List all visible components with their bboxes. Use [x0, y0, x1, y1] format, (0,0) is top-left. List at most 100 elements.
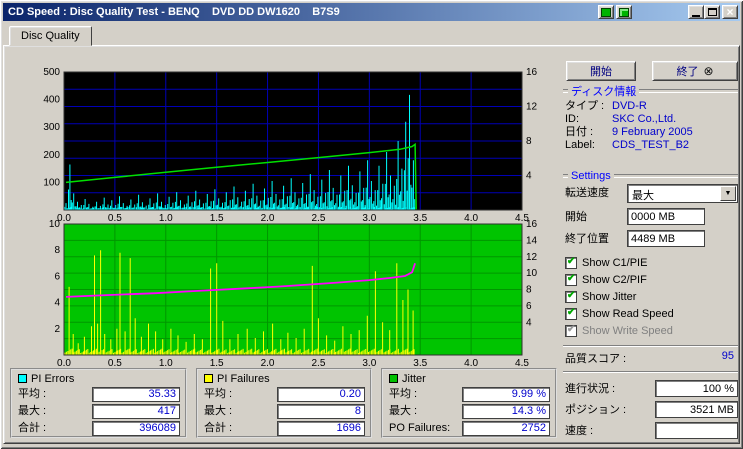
tray-green-button-1[interactable] [598, 5, 614, 19]
stat-row: 合計 : 396089 [18, 421, 180, 436]
stats-box-label: PI Errors [31, 372, 75, 385]
field-value: DVD-R [612, 100, 647, 112]
green-disk-icon [619, 7, 629, 17]
field-value: SKC Co.,Ltd. [612, 113, 677, 125]
check-icon: ✔ [567, 290, 576, 301]
checkbox-box[interactable]: ✔ [565, 307, 577, 320]
stat-value-field: 417 [92, 404, 180, 419]
checkbox-show-c1-pie[interactable]: ✔ Show C1/PIE [565, 256, 647, 270]
position-row: ポジション : 3521 MB [565, 401, 738, 420]
svg-text:8: 8 [54, 245, 60, 256]
progress-row: 進行状況 : 100 % [565, 380, 738, 399]
pi-failures-swatch-icon [204, 374, 213, 383]
stat-value-field: 396089 [92, 421, 180, 436]
svg-text:2.0: 2.0 [261, 213, 275, 224]
close-icon: × [726, 5, 734, 19]
close-button[interactable]: × [722, 5, 738, 19]
selected-option: 最大 [632, 190, 654, 202]
checkbox-box[interactable]: ✔ [565, 273, 577, 286]
checkbox-show-read-speed[interactable]: ✔ Show Read Speed [565, 307, 674, 321]
stat-label: 合計 : [204, 422, 233, 434]
check-icon: ✔ [567, 307, 576, 318]
settings-title: Settings [571, 170, 611, 182]
speed-value-field [655, 422, 738, 439]
chevron-down-icon: ▼ [724, 190, 732, 197]
checkbox-box[interactable]: ✔ [565, 290, 577, 303]
disc-id-row: ID: SKC Co.,Ltd. [565, 113, 738, 126]
checkbox-show-c2-pif[interactable]: ✔ Show C2/PIF [565, 273, 647, 287]
maximize-button[interactable] [704, 5, 720, 19]
svg-text:6: 6 [526, 301, 532, 312]
disc-date-row: 日付 : 9 February 2005 [565, 126, 738, 139]
field-label: 開始 [565, 211, 587, 223]
end-position-field[interactable]: 4489 MB [627, 230, 705, 247]
tray-green-button-2[interactable] [616, 5, 632, 19]
checkbox-label: Show Read Speed [582, 308, 674, 320]
tab-disc-quality[interactable]: Disc Quality [9, 26, 92, 46]
stat-value-field: 35.33 [92, 387, 180, 402]
field-label: Label: [565, 139, 595, 151]
tab-label: Disc Quality [21, 30, 80, 42]
svg-text:1.0: 1.0 [159, 213, 173, 224]
field-value: 9 February 2005 [612, 126, 693, 138]
window-title: CD Speed : Disc Quality Test - BENQ DVD … [8, 6, 340, 18]
minimize-icon [692, 14, 700, 17]
checkbox-show-jitter[interactable]: ✔ Show Jitter [565, 290, 636, 304]
stat-label: 最大 : [204, 405, 233, 417]
stat-row: 最大 : 8 [204, 404, 365, 419]
svg-text:0.5: 0.5 [108, 213, 122, 224]
field-label: 日付 : [565, 126, 594, 138]
field-label: 品質スコア : [565, 353, 627, 365]
separator-line [563, 345, 738, 347]
field-label: タイプ : [565, 100, 605, 112]
title-bar[interactable]: CD Speed : Disc Quality Test - BENQ DVD … [3, 3, 740, 21]
transfer-speed-select[interactable]: 最大 ▼ [627, 184, 738, 203]
svg-text:2.5: 2.5 [311, 213, 325, 224]
stat-row: 合計 : 1696 [204, 421, 365, 436]
stat-label: PO Failures: [389, 422, 451, 434]
exit-button[interactable]: 終了 ⊗ [652, 61, 738, 81]
disc-info-group: ディスク情報 タイプ : DVD-R ID: SKC Co.,Ltd. 日付 :… [563, 85, 738, 167]
field-label: ポジション : [565, 404, 627, 416]
svg-text:4.0: 4.0 [464, 213, 478, 224]
svg-text:6: 6 [54, 271, 60, 282]
stat-row: 平均 : 0.20 [204, 387, 365, 402]
stat-label: 平均 : [204, 388, 233, 400]
dropdown-button[interactable]: ▼ [720, 186, 736, 201]
settings-heading: Settings [563, 170, 738, 182]
checkbox-show-write-speed[interactable]: ✔ Show Write Speed [565, 324, 673, 338]
svg-text:14: 14 [526, 235, 538, 246]
svg-text:10: 10 [49, 219, 61, 230]
stat-row: 最大 : 14.3 % [389, 404, 550, 419]
stats-box-title: PI Errors [18, 372, 74, 385]
start-button[interactable]: 開始 [566, 61, 636, 81]
stat-value-field: 0.20 [277, 387, 365, 402]
stat-label: 平均 : [389, 388, 418, 400]
field-label: 進行状況 : [565, 383, 616, 395]
stat-row: PO Failures: 2752 [389, 421, 550, 436]
stats-box-label: Jitter [402, 372, 426, 385]
checkbox-box[interactable]: ✔ [565, 324, 577, 337]
stat-row: 平均 : 35.33 [18, 387, 180, 402]
svg-text:4: 4 [526, 171, 532, 182]
checkbox-box[interactable]: ✔ [565, 256, 577, 269]
stats-box-title: Jitter [389, 372, 426, 385]
stat-value-field: 9.99 % [462, 387, 550, 402]
maximize-icon [707, 8, 717, 16]
stat-label: 最大 : [389, 405, 418, 417]
disc-label-row: Label: CDS_TEST_B2 [565, 139, 738, 152]
checkbox-label: Show C1/PIE [582, 257, 648, 269]
field-label: 転送速度 [565, 187, 609, 199]
speed-row: 速度 : [565, 422, 738, 441]
jitter-stats-box: Jitter 平均 : 9.99 % 最大 : 14.3 % PO Failur… [381, 368, 557, 438]
field-label: ID: [565, 113, 580, 125]
svg-text:12: 12 [526, 102, 538, 113]
check-icon: ✔ [567, 256, 576, 267]
disc-info-heading: ディスク情報 [563, 85, 738, 98]
minimize-button[interactable] [688, 5, 704, 19]
green-monitor-icon [601, 7, 611, 17]
quality-score-row: 品質スコア : 95 [565, 350, 736, 365]
checkbox-label: Show Write Speed [582, 325, 673, 337]
svg-text:3.5: 3.5 [413, 213, 427, 224]
start-position-field[interactable]: 0000 MB [627, 208, 705, 225]
